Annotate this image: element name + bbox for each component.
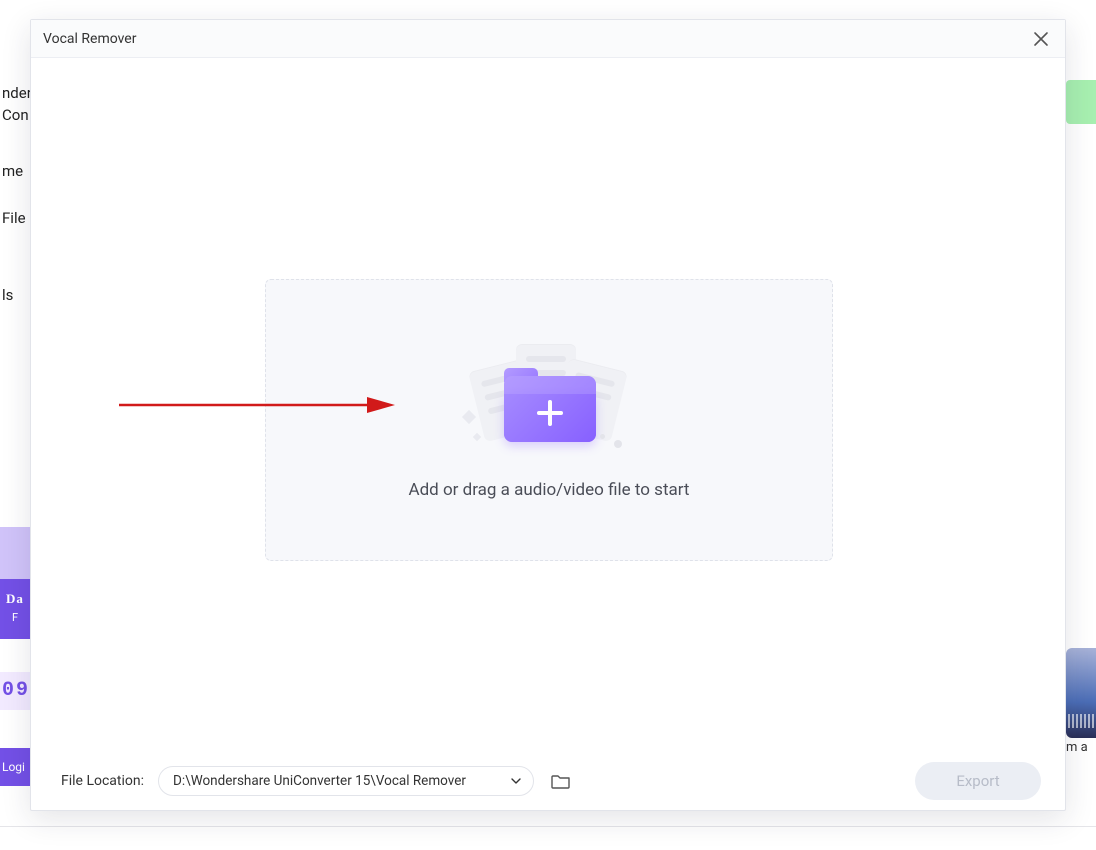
bg-text: F <box>0 611 30 624</box>
modal-body: Add or drag a audio/video file to start <box>31 58 1065 752</box>
bg-sidebar-tile: Da F <box>0 579 30 639</box>
chevron-down-icon <box>511 776 521 786</box>
bg-divider <box>0 826 1096 827</box>
bg-text: nder <box>0 84 30 102</box>
plus-icon <box>537 400 563 426</box>
dot-icon <box>614 440 622 448</box>
bg-text: Con <box>0 106 30 124</box>
browse-folder-button[interactable] <box>548 770 574 792</box>
bg-thumbnail <box>1066 648 1096 738</box>
dropzone-caption: Add or drag a audio/video file to start <box>409 480 690 500</box>
folder-add-icon <box>504 376 596 442</box>
bg-text: me <box>0 162 30 180</box>
file-location-select[interactable]: D:\Wondershare UniConverter 15\Vocal Rem… <box>158 766 534 796</box>
export-button-label: Export <box>956 772 999 790</box>
sparkle-icon <box>462 410 476 424</box>
dropzone-illustration <box>464 340 634 452</box>
bg-text: m a <box>1066 740 1096 755</box>
bg-text: File <box>0 209 30 227</box>
sparkle-icon <box>473 433 481 441</box>
modal-title: Vocal Remover <box>43 31 136 47</box>
close-icon <box>1033 31 1049 47</box>
bg-text: ls <box>0 286 30 304</box>
file-location-path: D:\Wondershare UniConverter 15\Vocal Rem… <box>173 773 466 789</box>
bg-left-fragments: nder Con me File ls <box>0 0 30 850</box>
modal-footer: File Location: D:\Wondershare UniConvert… <box>31 752 1065 810</box>
bg-right-tile <box>1066 80 1096 124</box>
modal-header: Vocal Remover <box>31 20 1065 58</box>
close-button[interactable] <box>1027 25 1055 53</box>
bg-timecode: 09 <box>0 672 30 710</box>
file-location-label: File Location: <box>61 773 144 789</box>
waveform-icon <box>1068 714 1094 728</box>
export-button[interactable]: Export <box>915 762 1041 800</box>
bg-sidebar-tile <box>0 527 30 579</box>
bg-text: Da <box>0 591 30 607</box>
vocal-remover-modal: Vocal Remover <box>30 19 1066 811</box>
folder-open-icon <box>551 772 571 790</box>
bg-login-button: Logi <box>0 748 30 786</box>
file-dropzone[interactable]: Add or drag a audio/video file to start <box>265 279 833 561</box>
dot-icon <box>600 434 605 439</box>
